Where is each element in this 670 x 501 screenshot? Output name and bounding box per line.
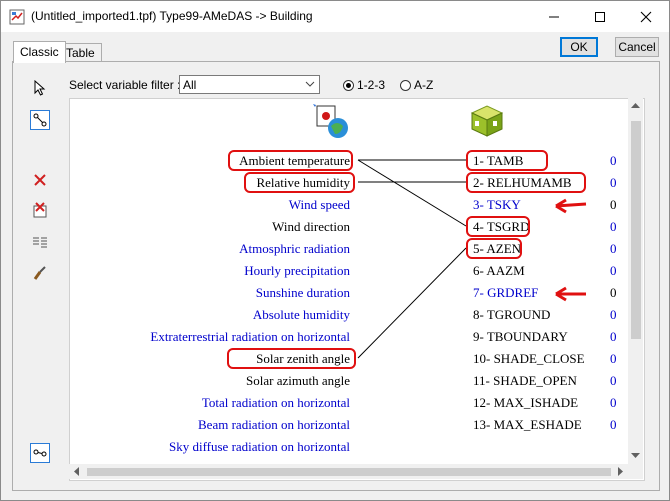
connect-tool[interactable] <box>30 110 50 130</box>
output-variable[interactable]: Solar azimuth angle <box>246 373 350 389</box>
red-x-icon <box>34 174 46 186</box>
input-initial-value: 0 <box>610 351 617 366</box>
output-variable[interactable]: Sunshine duration <box>256 285 350 301</box>
input-initial-value: 0 <box>610 373 617 388</box>
minimize-button[interactable] <box>531 1 577 32</box>
sort-numeric-radio[interactable]: 1-2-3 <box>343 78 385 92</box>
chevron-down-icon <box>305 81 315 87</box>
cancel-button[interactable]: Cancel <box>615 37 659 57</box>
delete-all-icon <box>33 202 47 218</box>
sort-numeric-label: 1-2-3 <box>357 78 386 92</box>
output-variable[interactable]: Absolute humidity <box>253 307 350 323</box>
vertical-scroll-thumb[interactable] <box>631 121 641 339</box>
window-title: (Untitled_imported1.tpf) Type99-AMeDAS -… <box>31 9 313 23</box>
paintbrush-icon <box>33 266 46 280</box>
radio-unselected-icon <box>400 79 411 91</box>
input-initial-value: 0 <box>610 153 617 168</box>
filter-value: All <box>183 78 197 92</box>
output-variable[interactable]: Atmosphric radiation <box>239 241 350 257</box>
cursor-arrow-icon <box>34 80 46 96</box>
ok-button[interactable]: OK <box>560 37 598 57</box>
output-variable[interactable]: Sky diffuse radiation on horizontal <box>169 439 350 455</box>
variable-filter-select[interactable]: All <box>179 75 320 94</box>
style-tool[interactable] <box>30 263 50 283</box>
highlight-relhumamb <box>466 172 586 193</box>
align-links-button[interactable] <box>30 232 50 252</box>
input-variable[interactable]: 11- SHADE_OPEN <box>473 373 577 389</box>
minimize-icon <box>549 16 559 17</box>
highlight-solar-zenith-angle <box>227 348 356 369</box>
sort-alpha-label: A-Z <box>414 78 434 92</box>
output-variable[interactable]: Extraterrestrial radiation on horizontal <box>150 329 350 345</box>
tab-classic[interactable]: Classic <box>13 41 66 63</box>
output-variable[interactable]: Total radiation on horizontal <box>202 395 350 411</box>
input-variable[interactable]: 3- TSKY <box>473 197 521 213</box>
align-lines-icon <box>33 237 47 248</box>
input-initial-value: 0 <box>610 263 617 278</box>
input-initial-value: 0 <box>610 307 617 322</box>
output-variable[interactable]: Wind speed <box>289 197 350 213</box>
radio-selected-icon <box>343 79 354 91</box>
input-initial-value: 0 <box>610 417 617 432</box>
scroll-right-icon <box>618 467 623 476</box>
scroll-left-icon <box>74 467 79 476</box>
input-initial-value: 0 <box>610 197 617 212</box>
output-variable[interactable]: Hourly precipitation <box>244 263 350 279</box>
highlight-relative-humidity <box>244 172 355 193</box>
input-initial-value: 0 <box>610 285 617 300</box>
input-initial-value: 0 <box>610 175 617 190</box>
input-variable[interactable]: 6- AAZM <box>473 263 525 279</box>
delete-all-links-button[interactable] <box>30 200 50 220</box>
filter-label: Select variable filter : <box>69 78 181 92</box>
pointer-tool[interactable] <box>30 78 50 98</box>
input-variable[interactable]: 7- GRDREF <box>473 285 538 301</box>
title-bar: (Untitled_imported1.tpf) Type99-AMeDAS -… <box>1 1 669 32</box>
sort-alpha-radio[interactable]: A-Z <box>400 78 433 92</box>
input-variable[interactable]: 8- TGROUND <box>473 307 550 323</box>
maximize-button[interactable] <box>577 1 623 32</box>
link-icon <box>33 113 47 127</box>
delete-link-button[interactable] <box>30 170 50 190</box>
building-icon <box>470 105 504 137</box>
maximize-icon <box>595 11 605 22</box>
close-icon <box>640 11 652 22</box>
input-initial-value: 0 <box>610 241 617 256</box>
input-variable[interactable]: 9- TBOUNDARY <box>473 329 568 345</box>
scroll-down-icon <box>631 453 640 458</box>
input-initial-value: 0 <box>610 329 617 344</box>
chain-link-icon <box>33 449 47 457</box>
highlight-tamb <box>466 150 548 171</box>
highlight-ambient-temperature <box>228 150 353 171</box>
output-variable[interactable]: Wind direction <box>272 219 350 235</box>
app-icon <box>9 9 25 25</box>
horizontal-scroll-thumb[interactable] <box>87 468 611 476</box>
input-variable[interactable]: 10- SHADE_CLOSE <box>473 351 585 367</box>
input-initial-value: 0 <box>610 219 617 234</box>
weather-data-icon <box>313 104 348 138</box>
scroll-up-icon <box>631 103 640 108</box>
highlight-azen <box>466 238 522 259</box>
output-variable[interactable]: Beam radiation on horizontal <box>198 417 350 433</box>
close-button[interactable] <box>623 1 669 32</box>
highlight-tsgrd <box>466 216 530 237</box>
input-variable[interactable]: 12- MAX_ISHADE <box>473 395 578 411</box>
input-initial-value: 0 <box>610 395 617 410</box>
input-variable[interactable]: 13- MAX_ESHADE <box>473 417 582 433</box>
auto-connect-tool[interactable] <box>30 443 50 463</box>
